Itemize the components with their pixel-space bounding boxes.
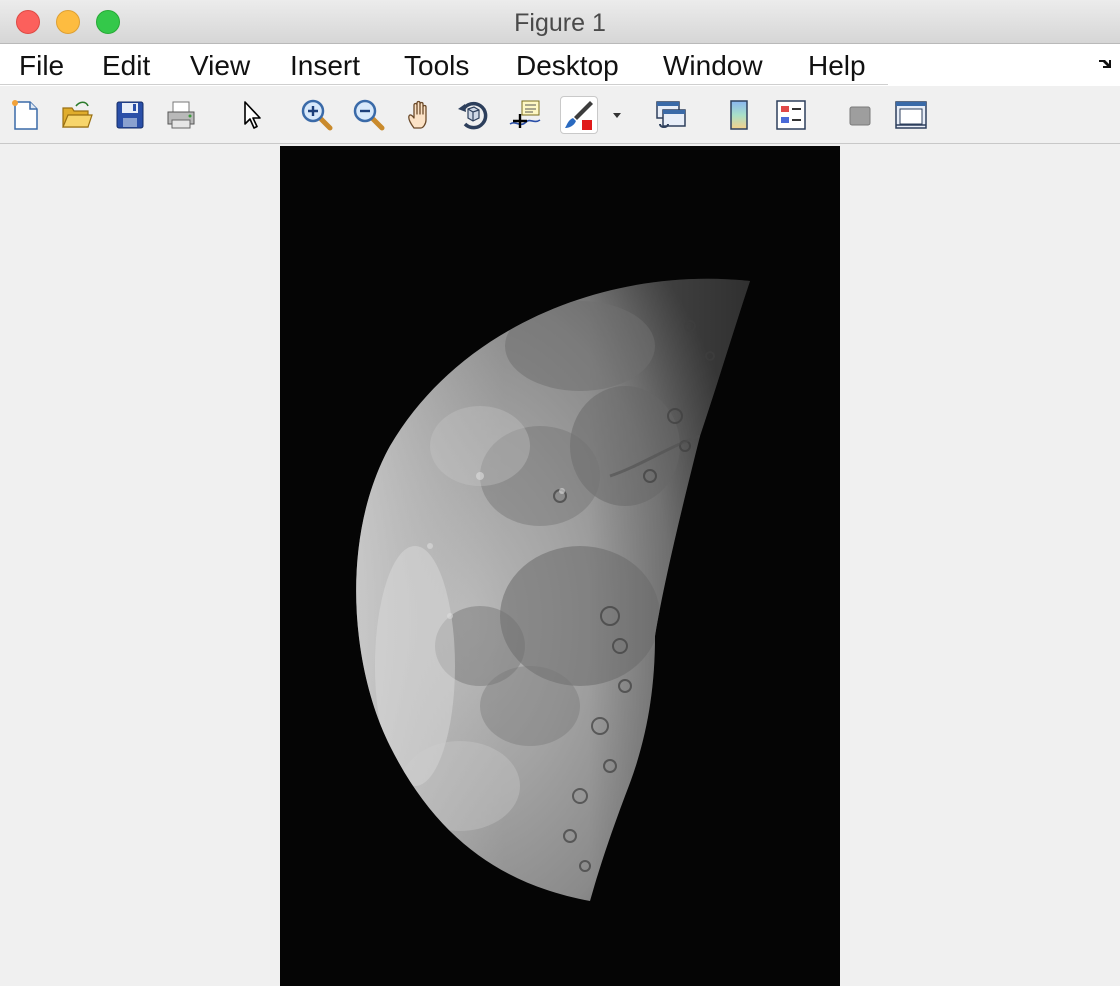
open-file-button[interactable]: [60, 98, 94, 132]
menu-help[interactable]: Help: [808, 50, 866, 82]
window-title: Figure 1: [514, 9, 606, 37]
menu-insert[interactable]: Insert: [290, 50, 360, 82]
print-icon: [167, 101, 195, 129]
figure-toolbar: [0, 86, 1120, 144]
moon-photo: [280, 146, 840, 986]
pan-button[interactable]: [404, 98, 438, 132]
zoom-in-icon: [301, 99, 333, 131]
rotate-3d-icon: [458, 101, 488, 130]
save-icon: [116, 101, 144, 129]
edit-plot-button[interactable]: [236, 98, 270, 132]
menu-bar: File Edit View Insert Tools Desktop Wind…: [0, 44, 1120, 86]
zoom-in-button[interactable]: [300, 98, 334, 132]
menu-file[interactable]: File: [19, 50, 64, 82]
zoom-out-button[interactable]: [352, 98, 386, 132]
dock-figure-icon[interactable]: [1098, 57, 1112, 71]
show-plot-tools-icon: [895, 101, 927, 129]
show-plot-tools-button[interactable]: [894, 98, 928, 132]
menu-edit[interactable]: Edit: [102, 50, 150, 82]
menu-view[interactable]: View: [190, 50, 250, 82]
data-cursor-button[interactable]: [508, 98, 542, 132]
link-plot-icon: [656, 101, 686, 128]
brush-button[interactable]: [560, 96, 598, 134]
zoom-out-icon: [353, 99, 385, 131]
menu-tools[interactable]: Tools: [404, 50, 469, 82]
menu-window[interactable]: Window: [663, 50, 763, 82]
link-plot-button[interactable]: [654, 98, 688, 132]
menu-desktop[interactable]: Desktop: [516, 50, 619, 82]
hide-plot-tools-button[interactable]: [843, 98, 877, 132]
figure-canvas[interactable]: [0, 144, 1120, 986]
legend-icon: [776, 100, 806, 130]
pan-hand-icon: [408, 100, 427, 129]
save-button[interactable]: [113, 98, 147, 132]
hide-plot-tools-icon: [849, 106, 871, 126]
data-cursor-icon: [509, 100, 541, 128]
title-bar: Figure 1: [0, 0, 1120, 44]
rotate-3d-button[interactable]: [456, 98, 490, 132]
insert-legend-button[interactable]: [774, 98, 808, 132]
colorbar-icon: [730, 100, 748, 130]
insert-colorbar-button[interactable]: [722, 98, 756, 132]
brush-icon: [565, 101, 593, 130]
new-figure-button[interactable]: [9, 98, 43, 132]
menu-divider: [0, 84, 888, 85]
new-figure-icon: [12, 100, 38, 130]
open-file-icon: [62, 101, 93, 128]
print-button[interactable]: [164, 98, 198, 132]
pointer-icon: [244, 101, 261, 129]
moon-image[interactable]: [280, 146, 840, 986]
brush-dropdown-arrow-icon[interactable]: [612, 110, 622, 120]
